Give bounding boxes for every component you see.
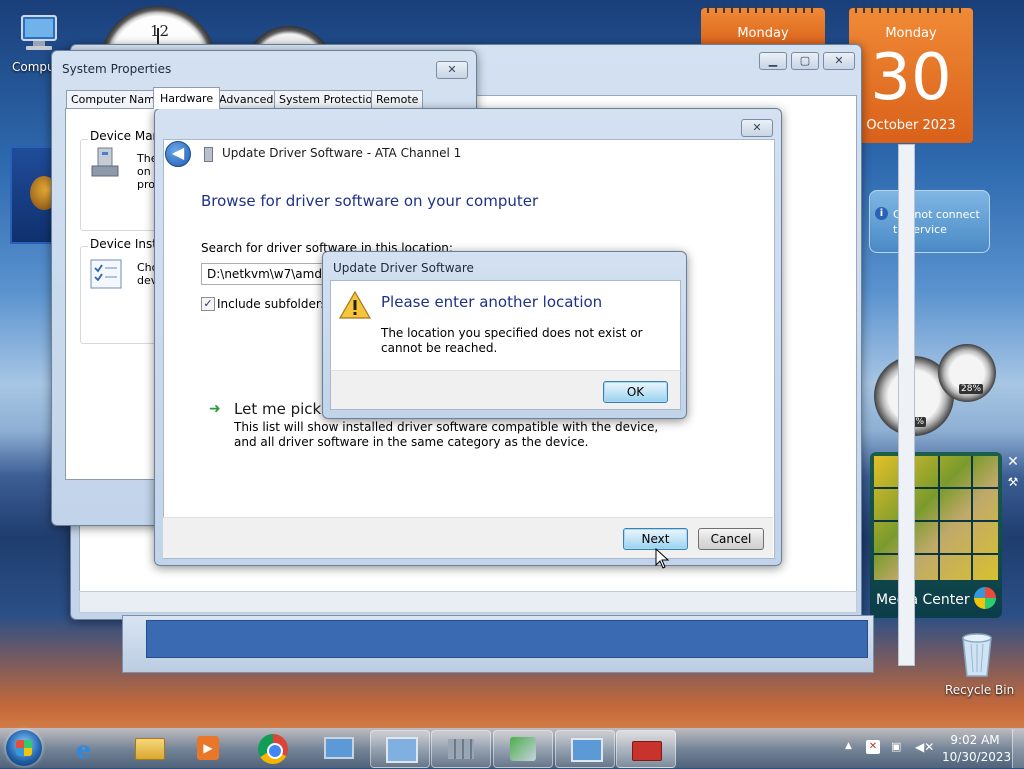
driver-glyph: [510, 737, 536, 761]
include-subfolders-label[interactable]: Include subfolders: [217, 297, 327, 311]
tab-system-protection[interactable]: System Protection: [274, 90, 385, 110]
mouse-cursor-icon: [655, 548, 670, 569]
system-properties-close-button[interactable]: ✕: [436, 61, 468, 79]
start-orb-icon[interactable]: [6, 730, 42, 766]
monitor-glyph: [324, 737, 354, 759]
driver-update-icon[interactable]: [493, 730, 553, 768]
show-desktop-button[interactable]: [1012, 729, 1024, 768]
scrollbar[interactable]: [898, 144, 915, 666]
maximize-button[interactable]: ▢: [791, 52, 819, 70]
file-explorer-icon[interactable]: [120, 730, 178, 766]
clock-date[interactable]: 10/30/2023: [942, 750, 1011, 764]
folder-glyph: [135, 738, 165, 760]
media-player-icon[interactable]: ▶: [180, 730, 238, 766]
gadget-options-icon[interactable]: ⚒: [1005, 474, 1021, 490]
chrome-center: [267, 743, 283, 759]
remote-desktop-icon[interactable]: [555, 730, 615, 768]
alert-message: The location you specified does not exis…: [381, 326, 643, 355]
tray-expand-icon[interactable]: ▲: [845, 741, 852, 751]
warning-icon: [339, 290, 371, 319]
media-tiles: [874, 456, 998, 580]
pick-driver-description: This list will show installed driver sof…: [234, 420, 659, 449]
cpu-meter-gadget[interactable]: 02% 28%: [870, 342, 1002, 442]
devmgr-glyph: [448, 739, 474, 759]
sysprops-glyph: [386, 737, 418, 763]
windows-logo-icon: [974, 587, 996, 609]
recycle-bin-icon: [962, 633, 992, 677]
clock-time[interactable]: 9:02 AM: [942, 733, 1008, 747]
recycle-bin-label: Recycle Bin: [945, 683, 1015, 697]
tab-remote[interactable]: Remote: [371, 90, 424, 110]
alert-title: Update Driver Software: [333, 261, 474, 275]
toolbox-glyph: [632, 741, 662, 761]
media-center-gadget[interactable]: Media Center: [870, 452, 1002, 618]
media-center-label: Media Center: [876, 592, 970, 608]
remote-glyph: [571, 738, 603, 762]
back-button[interactable]: ◀: [165, 141, 191, 167]
calendar-gadget-right[interactable]: Monday 30 October 2023: [849, 5, 973, 143]
calendar-right-day: Monday: [885, 26, 937, 41]
update-driver-title: Update Driver Software - ATA Channel 1: [222, 146, 462, 160]
calendar-left-day: Monday: [737, 26, 789, 41]
clock-twelve-label: 12: [150, 22, 170, 40]
chrome-icon[interactable]: [244, 730, 302, 766]
system-properties-title: System Properties: [62, 62, 172, 76]
toolbox-icon[interactable]: [616, 730, 676, 768]
weather-gadget[interactable]: i Cannot connect to service: [869, 190, 990, 253]
update-driver-close-button[interactable]: ✕: [741, 119, 773, 137]
volume-icon[interactable]: ◀✕: [915, 740, 934, 754]
device-manager-icon: [91, 147, 119, 177]
calendar-date-number: 30: [870, 41, 952, 115]
tab-hardware[interactable]: Hardware: [153, 87, 221, 109]
back-window-inner: [146, 620, 868, 658]
calendar-rings: [707, 5, 819, 13]
close-button[interactable]: ✕: [823, 52, 855, 70]
mem-percent: 28%: [959, 384, 984, 394]
gadget-close-icon[interactable]: ✕: [1005, 454, 1021, 470]
update-driver-heading: Browse for driver software on your compu…: [201, 192, 539, 210]
internet-explorer-icon[interactable]: e: [60, 730, 118, 766]
ie-glyph: e: [76, 735, 92, 764]
device-manager-icon[interactable]: [431, 730, 491, 768]
play-glyph: ▶: [197, 736, 219, 760]
include-subfolders-checkbox[interactable]: ✓: [201, 297, 215, 311]
cancel-button[interactable]: Cancel: [698, 528, 764, 550]
ok-button[interactable]: OK: [603, 381, 668, 403]
calendar-month-year: October 2023: [866, 118, 956, 133]
recycle-bin-desktop-icon[interactable]: Recycle Bin: [942, 630, 1015, 700]
action-center-icon[interactable]: ✕: [866, 740, 880, 754]
windows-flag-icon: [16, 740, 32, 756]
pick-driver-link[interactable]: Let me pick f: [234, 400, 331, 418]
alert-heading: Please enter another location: [381, 293, 603, 311]
tab-advanced[interactable]: Advanced: [214, 90, 279, 110]
green-arrow-icon: ➜: [209, 401, 221, 417]
checklist-icon: [90, 259, 122, 289]
next-button[interactable]: Next: [623, 528, 688, 550]
minimize-button[interactable]: ▁: [759, 52, 787, 70]
tab-computer-name[interactable]: Computer Name: [66, 90, 167, 110]
info-icon: i: [875, 207, 888, 220]
status-bar: [79, 591, 857, 613]
network-icon[interactable]: ▣: [891, 740, 905, 754]
chrome-glyph: [258, 734, 288, 764]
computer-icon-label: Compu: [12, 60, 55, 74]
calendar-rings-right: [855, 5, 967, 13]
network-computer-icon[interactable]: [308, 730, 366, 766]
system-properties-icon[interactable]: [370, 730, 430, 768]
alert-dialog[interactable]: Update Driver Software Please enter anot…: [322, 251, 687, 419]
device-icon: [204, 147, 213, 162]
calendar-gadget-left[interactable]: Monday: [701, 5, 825, 48]
